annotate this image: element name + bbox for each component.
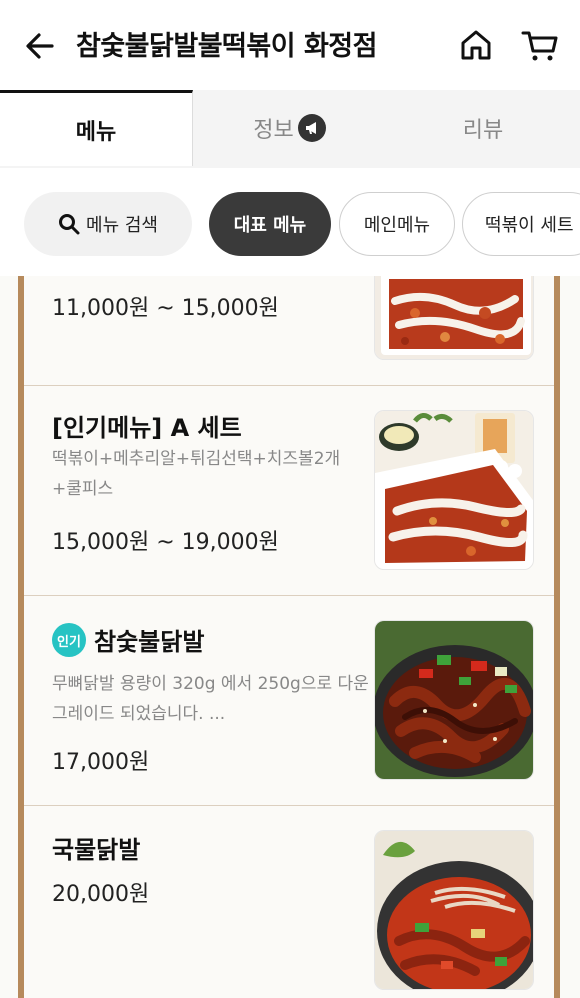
home-icon[interactable] <box>458 27 494 63</box>
menu-item-price: 17,000원 <box>52 750 150 775</box>
menu-search-button[interactable]: 메뉴 검색 <box>24 192 192 256</box>
menu-item[interactable]: [인기메뉴] A 세트 떡볶이+메추리알+튀김선택+치즈볼2개+쿨피스 15,0… <box>24 386 554 596</box>
megaphone-icon <box>297 114 326 142</box>
menu-item-price: 20,000원 <box>52 882 150 907</box>
page-title: 참숯불닭발불떡볶이 화정점 <box>76 31 377 62</box>
menu-item-name: 참숯불닭발 <box>94 628 205 656</box>
menu-item-image <box>374 830 534 990</box>
tab-review-label: 리뷰 <box>462 118 504 143</box>
tab-info-label: 정보 <box>253 118 294 143</box>
menu-item-price: 11,000원 ~ 15,000원 <box>52 296 279 321</box>
menu-item[interactable]: 11,000원 ~ 15,000원 <box>24 276 554 386</box>
menu-item[interactable]: 국물닭발 20,000원 <box>24 806 554 998</box>
tab-menu[interactable]: 메뉴 <box>0 90 193 166</box>
menu-item-image <box>374 620 534 780</box>
chip-tteokbokki-set[interactable]: 떡볶이 세트 <box>462 192 580 256</box>
menu-item[interactable]: 인기 참숯불닭발 무뼈닭발 용량이 320g 에서 250g으로 다운그레이드 되… <box>24 596 554 806</box>
tab-info[interactable]: 정보 <box>193 90 386 166</box>
menu-item-description: 떡볶이+메추리알+튀김선택+치즈볼2개+쿨피스 <box>52 449 341 499</box>
frame-border-right <box>554 276 560 998</box>
tab-menu-label: 메뉴 <box>75 119 117 145</box>
menu-item-name: 국물닭발 <box>52 836 141 864</box>
menu-item-image <box>374 276 534 360</box>
menu-item-image <box>374 410 534 570</box>
chip-representative-menu[interactable]: 대표 메뉴 <box>209 192 331 256</box>
app-header: 참숯불닭발불떡볶이 화정점 <box>0 0 580 90</box>
menu-search-label: 메뉴 검색 <box>86 215 158 236</box>
menu-item-name: [인기메뉴] A 세트 <box>52 414 242 442</box>
menu-item-price: 15,000원 ~ 19,000원 <box>52 530 279 555</box>
menu-item-description: 무뼈닭발 용량이 320g 에서 250g으로 다운그레이드 되었습니다. ..… <box>52 674 369 724</box>
search-icon <box>59 214 80 235</box>
popular-badge: 인기 <box>52 623 86 657</box>
menu-item-title-row: 인기 참숯불닭발 <box>52 622 204 660</box>
chip-main-menu[interactable]: 메인메뉴 <box>339 192 455 256</box>
category-chips: 메뉴 검색 대표 메뉴 메인메뉴 떡볶이 세트 <box>0 168 580 276</box>
tab-bar: 메뉴 정보 리뷰 <box>0 90 580 256</box>
cart-icon[interactable] <box>520 27 560 63</box>
arrow-left-icon[interactable] <box>22 28 58 64</box>
tab-review[interactable]: 리뷰 <box>386 90 580 166</box>
menu-list: 11,000원 ~ 15,000원 [인기메뉴] A 세트 떡볶이+메추리알+튀… <box>0 276 580 998</box>
